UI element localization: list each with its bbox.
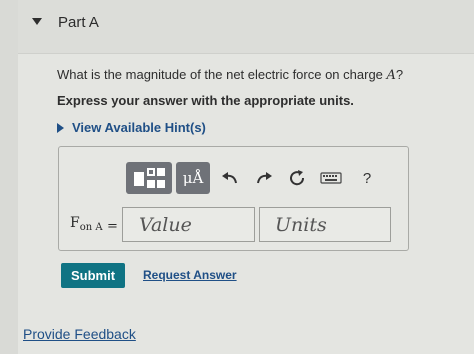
template-block-icon bbox=[134, 172, 144, 186]
keyboard-icon bbox=[320, 172, 342, 184]
part-title: Part A bbox=[58, 14, 99, 31]
question-text-end: ? bbox=[395, 67, 404, 82]
redo-button[interactable] bbox=[251, 165, 277, 191]
keyboard-button[interactable] bbox=[318, 165, 344, 191]
answer-label-subscript: on A bbox=[79, 222, 103, 233]
collapse-caret-icon[interactable] bbox=[32, 18, 42, 25]
template-fraction-top-icon bbox=[157, 168, 165, 176]
redo-icon bbox=[257, 172, 272, 184]
template-fraction-bottom-icon bbox=[157, 180, 165, 188]
submit-button[interactable]: Submit bbox=[61, 263, 125, 288]
view-hints-label: View Available Hint(s) bbox=[72, 120, 206, 135]
units-input[interactable]: Units bbox=[259, 207, 391, 242]
question-text-start: What is the magnitude of the net electri… bbox=[57, 67, 387, 82]
answer-instruction: Express your answer with the appropriate… bbox=[57, 93, 354, 108]
template-base-icon bbox=[147, 180, 155, 188]
help-button[interactable]: ? bbox=[354, 165, 380, 191]
reset-icon bbox=[290, 170, 305, 186]
reset-button[interactable] bbox=[284, 165, 310, 191]
templates-button[interactable] bbox=[126, 162, 172, 194]
question-text: What is the magnitude of the net electri… bbox=[57, 67, 403, 83]
units-button[interactable]: μÅ bbox=[176, 162, 210, 194]
template-superscript-icon bbox=[147, 168, 155, 176]
expand-caret-icon bbox=[57, 122, 64, 133]
equals-sign: = bbox=[107, 219, 118, 234]
request-answer-link[interactable]: Request Answer bbox=[143, 268, 237, 282]
provide-feedback-link[interactable]: Provide Feedback bbox=[23, 326, 136, 342]
answer-label-main: F bbox=[70, 215, 80, 231]
question-variable: A bbox=[386, 68, 396, 83]
view-hints-link[interactable]: View Available Hint(s) bbox=[57, 120, 206, 135]
undo-icon bbox=[222, 172, 237, 184]
value-input[interactable]: Value bbox=[122, 207, 255, 242]
undo-button[interactable] bbox=[217, 165, 243, 191]
answer-label: Fon A bbox=[70, 215, 103, 233]
units-glyph-icon: μÅ bbox=[182, 169, 204, 187]
